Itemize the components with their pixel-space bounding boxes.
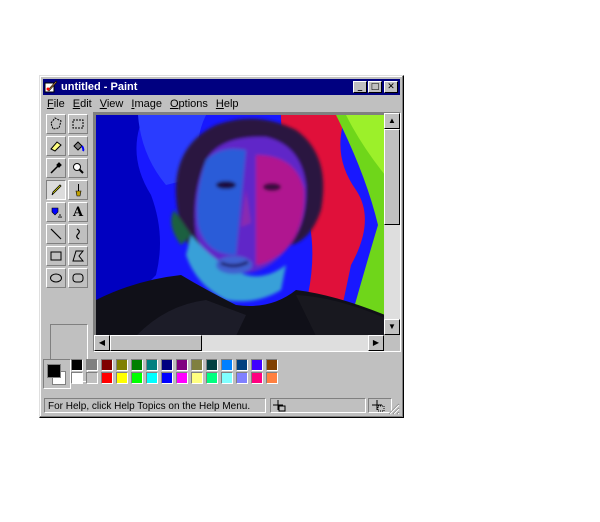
color-swatch[interactable] (236, 359, 248, 371)
cursor-position-panel (270, 398, 366, 413)
brush-tool[interactable] (68, 180, 88, 200)
paint-app-icon[interactable] (44, 80, 58, 94)
ellipse-icon (50, 273, 62, 283)
color-swatch[interactable] (236, 372, 248, 384)
scroll-up-button[interactable]: ▲ (384, 113, 400, 129)
menu-file[interactable]: File (43, 98, 69, 110)
menu-bar: File Edit View Image Options Help (43, 96, 400, 112)
vertical-scroll-thumb[interactable] (384, 129, 400, 225)
color-swatch[interactable] (101, 359, 113, 371)
menu-image[interactable]: Image (127, 98, 166, 110)
current-colors[interactable] (43, 359, 71, 389)
horizontal-scroll-thumb[interactable] (110, 335, 202, 351)
color-swatch[interactable] (131, 372, 143, 384)
eyedropper-icon (50, 162, 62, 174)
polygon-icon (72, 250, 85, 262)
maximize-button[interactable]: □ (368, 81, 382, 93)
line-tool[interactable] (46, 224, 66, 244)
pencil-icon (51, 184, 62, 196)
free-form-select-icon (50, 117, 62, 130)
foreground-color-swatch[interactable] (47, 364, 61, 378)
color-palette (43, 359, 283, 389)
magnifier-icon (73, 163, 84, 174)
paint-bucket-icon (73, 141, 85, 152)
color-swatch[interactable] (221, 372, 233, 384)
color-swatch[interactable] (116, 372, 128, 384)
scroll-left-button[interactable]: ◀ (94, 335, 110, 351)
color-swatch[interactable] (116, 359, 128, 371)
color-swatch[interactable] (146, 372, 158, 384)
selection-size-icon (372, 400, 385, 412)
color-swatch[interactable] (206, 359, 218, 371)
menu-help[interactable]: Help (212, 98, 243, 110)
pick-color-tool[interactable] (46, 158, 66, 178)
rounded-rectangle-tool[interactable] (68, 268, 88, 288)
rounded-rectangle-icon (72, 273, 84, 283)
free-form-select-tool[interactable] (46, 114, 66, 134)
color-swatch[interactable] (176, 372, 188, 384)
color-swatch[interactable] (176, 359, 188, 371)
color-swatch[interactable] (71, 359, 83, 371)
cursor-position-icon (273, 400, 286, 412)
text-tool[interactable]: A (68, 202, 88, 222)
color-swatch[interactable] (191, 372, 203, 384)
rectangle-icon (50, 251, 62, 261)
magnifier-tool[interactable] (68, 158, 88, 178)
vertical-scrollbar[interactable]: ▲ ▼ (384, 113, 400, 335)
window-title: untitled - Paint (61, 81, 138, 93)
color-swatch[interactable] (161, 359, 173, 371)
color-swatch[interactable] (131, 359, 143, 371)
rectangle-select-icon (72, 119, 84, 129)
canvas-area: ▲ ▼ ◀ ▶ (93, 112, 401, 352)
color-swatch[interactable] (221, 359, 233, 371)
scrollbar-corner (384, 335, 400, 351)
color-swatch[interactable] (191, 359, 203, 371)
eraser-tool[interactable] (46, 136, 66, 156)
line-icon (50, 228, 62, 240)
airbrush-tool[interactable] (46, 202, 66, 222)
select-tool[interactable] (68, 114, 88, 134)
status-message: For Help, click Help Topics on the Help … (44, 398, 266, 413)
photo-face-rgb-lighting (96, 115, 385, 336)
polygon-tool[interactable] (68, 246, 88, 266)
ellipse-tool[interactable] (46, 268, 66, 288)
color-swatch[interactable] (86, 359, 98, 371)
canvas-image[interactable] (96, 115, 385, 336)
airbrush-icon (51, 207, 62, 218)
resize-grip-icon[interactable] (388, 403, 400, 415)
color-swatch[interactable] (266, 372, 278, 384)
curve-icon (76, 228, 80, 240)
menu-options[interactable]: Options (166, 98, 212, 110)
color-swatch[interactable] (101, 372, 113, 384)
color-swatch[interactable] (86, 372, 98, 384)
color-swatch[interactable] (266, 359, 278, 371)
color-swatch[interactable] (71, 372, 83, 384)
menu-view[interactable]: View (96, 98, 128, 110)
color-swatch[interactable] (146, 359, 158, 371)
close-button[interactable]: ✕ (384, 81, 398, 93)
curve-tool[interactable] (68, 224, 88, 244)
color-swatch[interactable] (206, 372, 218, 384)
eraser-icon (50, 141, 62, 152)
paint-window: untitled - Paint _ □ ✕ File Edit View Im… (39, 75, 404, 418)
menu-edit[interactable]: Edit (69, 98, 96, 110)
color-swatch[interactable] (161, 372, 173, 384)
horizontal-scrollbar[interactable]: ◀ ▶ (94, 335, 384, 351)
minimize-button[interactable]: _ (353, 81, 367, 93)
pencil-tool[interactable] (46, 180, 66, 200)
fill-with-color-tool[interactable] (68, 136, 88, 156)
toolbox: A (44, 114, 90, 382)
status-bar: For Help, click Help Topics on the Help … (43, 397, 400, 415)
brush-icon (75, 184, 82, 197)
rectangle-tool[interactable] (46, 246, 66, 266)
scroll-down-button[interactable]: ▼ (384, 319, 400, 335)
color-swatch[interactable] (251, 372, 263, 384)
color-swatch[interactable] (251, 359, 263, 371)
text-icon: A (72, 204, 84, 220)
title-bar[interactable]: untitled - Paint _ □ ✕ (43, 79, 400, 95)
scroll-right-button[interactable]: ▶ (368, 335, 384, 351)
